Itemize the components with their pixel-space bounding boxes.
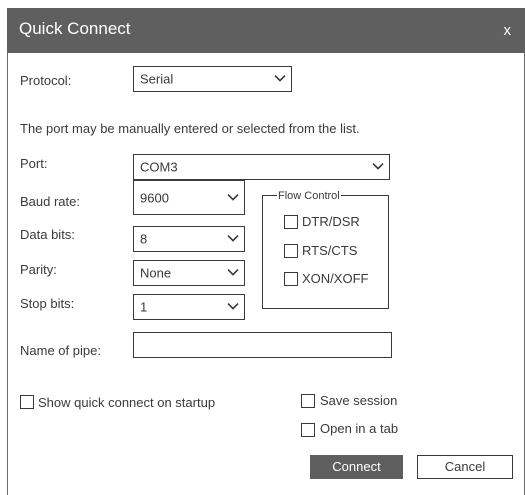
save-session-label: Save session [320, 393, 398, 408]
port-hint-text: The port may be manually entered or sele… [20, 121, 360, 136]
xon-xoff-checkbox[interactable] [284, 272, 298, 286]
show-on-startup-label: Show quick connect on startup [38, 395, 216, 410]
parity-select[interactable]: None [133, 260, 245, 286]
pipe-name-input[interactable] [133, 332, 392, 358]
parity-label: Parity: [20, 262, 57, 277]
chevron-down-icon [227, 269, 239, 276]
baud-rate-select[interactable]: 9600 [133, 180, 245, 215]
protocol-select[interactable]: Serial [133, 66, 292, 92]
data-bits-value: 8 [140, 231, 148, 247]
data-bits-label: Data bits: [20, 227, 75, 242]
close-icon[interactable]: x [504, 22, 512, 39]
xon-xoff-label: XON/XOFF [302, 271, 369, 286]
dtr-dsr-label: DTR/DSR [302, 214, 360, 229]
protocol-label: Protocol: [20, 73, 72, 88]
chevron-down-icon [227, 193, 239, 201]
chevron-down-icon [274, 75, 286, 82]
window-title: Quick Connect [19, 19, 131, 38]
chevron-down-icon [372, 163, 384, 170]
data-bits-select[interactable]: 8 [133, 226, 245, 252]
cancel-button[interactable]: Cancel [417, 455, 513, 479]
port-combobox[interactable]: COM3 [133, 154, 390, 180]
open-in-tab-checkbox[interactable] [301, 423, 315, 437]
stop-bits-label: Stop bits: [20, 296, 75, 311]
dtr-dsr-checkbox[interactable] [284, 215, 298, 229]
save-session-checkbox[interactable] [301, 394, 315, 408]
parity-value: None [140, 265, 172, 281]
protocol-value: Serial [140, 71, 174, 87]
baud-rate-label: Baud rate: [20, 194, 80, 209]
baud-rate-value: 9600 [140, 190, 169, 205]
port-label: Port: [20, 156, 48, 171]
pipe-name-label: Name of pipe: [20, 343, 101, 358]
stop-bits-value: 1 [140, 299, 148, 315]
flow-control-title: Flow Control [277, 190, 341, 202]
port-value: COM3 [140, 159, 178, 175]
chevron-down-icon [227, 303, 239, 310]
title-bar: Quick Connect x [7, 8, 525, 53]
chevron-down-icon [227, 235, 239, 242]
show-on-startup-checkbox[interactable] [20, 395, 34, 409]
rts-cts-checkbox[interactable] [284, 244, 298, 258]
open-in-tab-label: Open in a tab [320, 421, 399, 436]
rts-cts-label: RTS/CTS [302, 243, 358, 258]
stop-bits-select[interactable]: 1 [133, 294, 245, 320]
connect-button[interactable]: Connect [310, 455, 403, 479]
